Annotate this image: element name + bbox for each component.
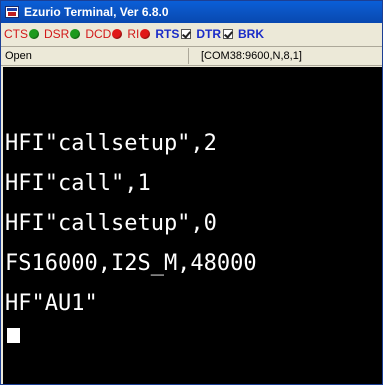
cts-led-icon xyxy=(29,29,39,39)
rts-checkbox[interactable] xyxy=(181,29,192,39)
dtr-label[interactable]: DTR xyxy=(196,27,221,41)
cts-label: CTS xyxy=(4,27,28,41)
terminal-output[interactable]: HFI"callsetup",2 HFI"call",1 HFI"callset… xyxy=(3,67,382,384)
brk-toggle[interactable]: BRK xyxy=(238,27,264,41)
ri-label: RI xyxy=(127,27,140,41)
terminal-line: FS16000,I2S_M,48000 xyxy=(5,251,257,276)
ri-led-icon xyxy=(140,29,151,39)
connection-status: Open xyxy=(5,50,32,62)
port-settings: [COM38:9600,N,8,1] xyxy=(188,48,382,64)
line-status-bar: CTS DSR DCD RI RTS DTR BRK xyxy=(1,23,382,45)
dcd-led-icon xyxy=(112,29,123,39)
status-bar: Open [COM38:9600,N,8,1] xyxy=(1,46,382,66)
cts-indicator: CTS xyxy=(4,27,39,41)
dcd-indicator: DCD xyxy=(85,27,123,41)
rts-label[interactable]: RTS xyxy=(155,27,179,41)
rts-toggle[interactable]: RTS xyxy=(155,27,192,41)
brk-label[interactable]: BRK xyxy=(238,27,264,41)
terminal-line: HFI"callsetup",2 xyxy=(5,131,217,156)
dsr-label: DSR xyxy=(44,27,70,41)
terminal-line: HFI"call",1 xyxy=(5,171,151,196)
title-bar[interactable]: Ezurio Terminal, Ver 6.8.0 xyxy=(1,1,382,23)
terminal-window: Ezurio Terminal, Ver 6.8.0 CTS DSR DCD R… xyxy=(0,0,383,385)
terminal-app-icon[interactable] xyxy=(5,6,19,18)
dtr-checkbox[interactable] xyxy=(223,29,234,39)
ri-indicator: RI xyxy=(127,27,151,41)
window-title: Ezurio Terminal, Ver 6.8.0 xyxy=(24,5,169,19)
terminal-line: HFI"callsetup",0 xyxy=(5,211,217,236)
terminal-line: HF"AU1" xyxy=(5,291,98,316)
terminal-cursor xyxy=(7,328,20,343)
dsr-indicator: DSR xyxy=(44,27,81,41)
dcd-label: DCD xyxy=(85,27,112,41)
dsr-led-icon xyxy=(70,29,81,39)
dtr-toggle[interactable]: DTR xyxy=(196,27,234,41)
